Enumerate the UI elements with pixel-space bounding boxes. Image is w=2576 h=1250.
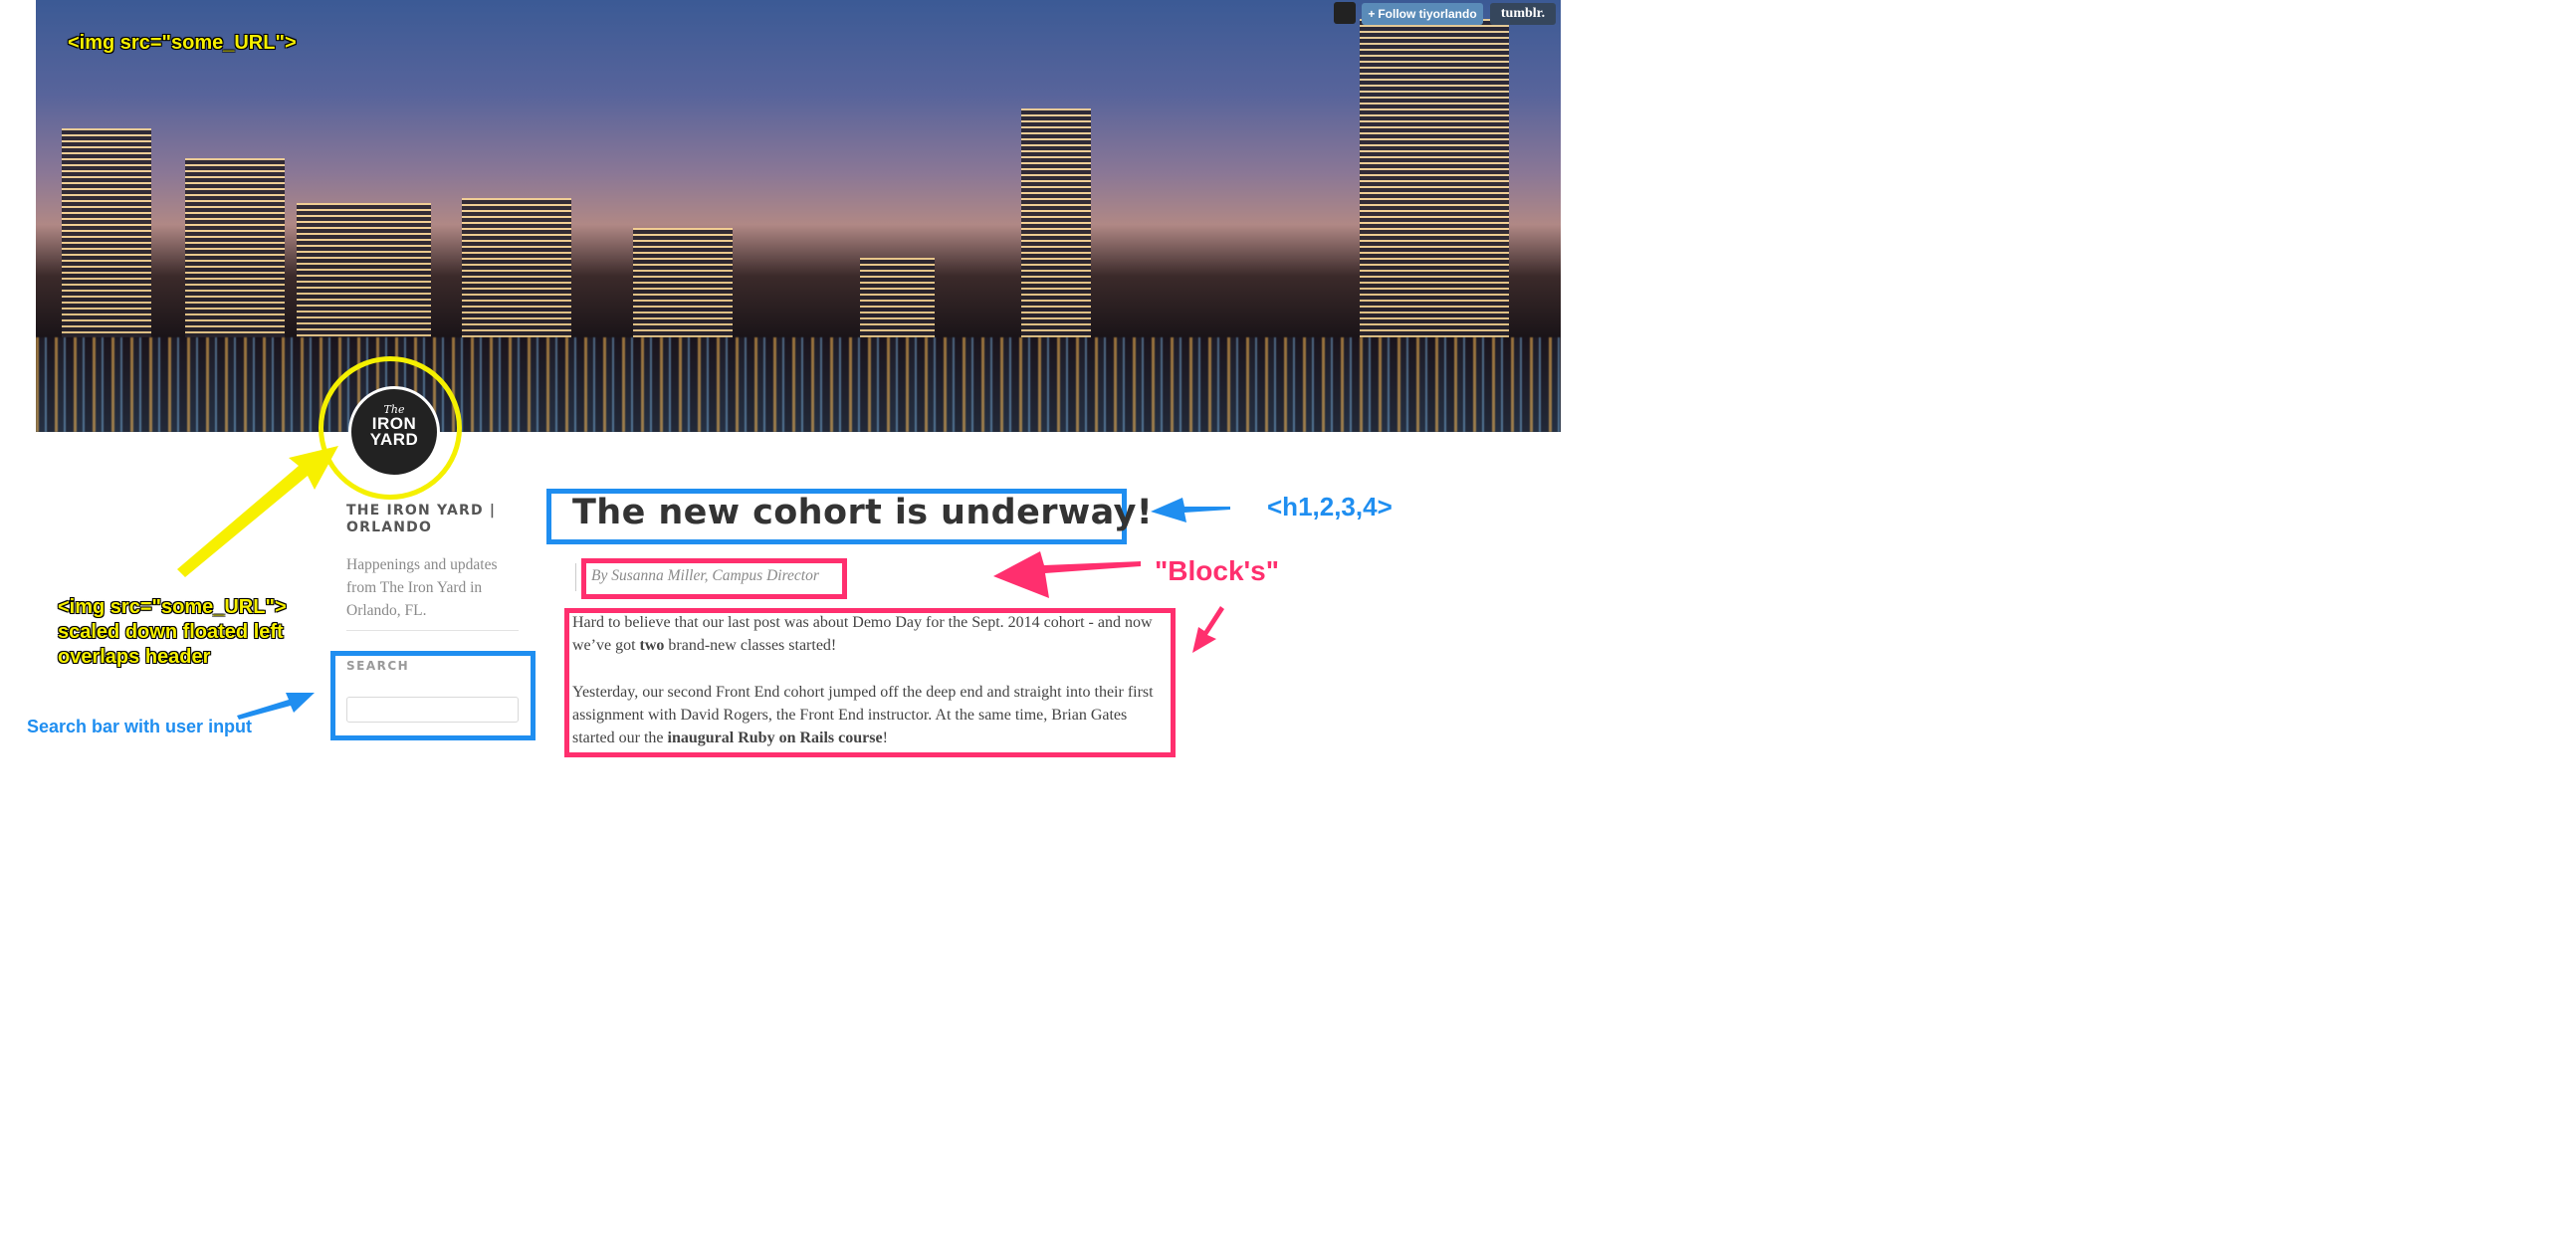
- blue-arrow-title: [1151, 498, 1230, 522]
- blue-arrow-search: [237, 693, 315, 720]
- yellow-arrow: [177, 446, 338, 577]
- pink-arrow-body: [1192, 606, 1224, 653]
- pink-arrow-byline: [993, 551, 1141, 598]
- annotation-arrows: [177, 446, 1230, 720]
